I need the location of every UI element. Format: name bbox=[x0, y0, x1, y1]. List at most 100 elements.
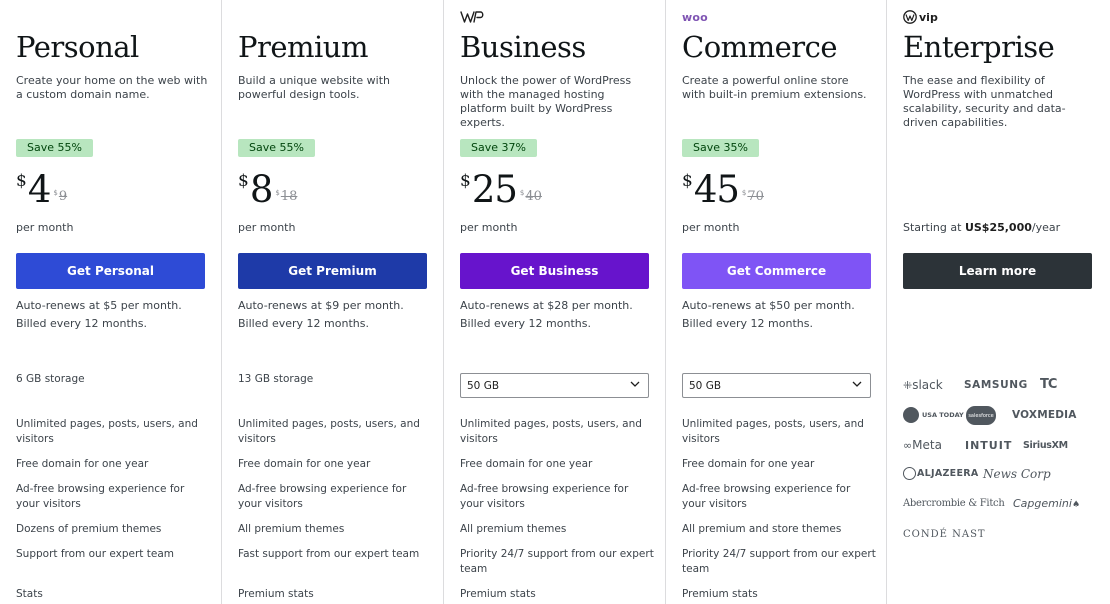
plan-card-commerce: woo Commerce Create a powerful online st… bbox=[666, 0, 887, 604]
plan-name: Commerce bbox=[682, 30, 838, 64]
siriusxm-logo: SiriusXM bbox=[1023, 440, 1068, 451]
feature-item: Unlimited pages, posts, users, and visit… bbox=[682, 418, 864, 445]
feature-item: Priority 24/7 support from our expert te… bbox=[682, 548, 876, 575]
plan-description: Create a powerful online store with buil… bbox=[682, 74, 867, 101]
usa-today-logo: USA TODAY bbox=[903, 407, 964, 423]
billing-period: per month bbox=[682, 221, 740, 234]
original-currency: $ bbox=[53, 189, 58, 197]
conde-nast-logo: CONDÉ NAST bbox=[903, 529, 986, 540]
original-price: $ 18 bbox=[275, 189, 297, 204]
wordpress-vip-logo: vip bbox=[903, 9, 938, 25]
discount-badge: Save 37% bbox=[460, 139, 537, 157]
plan-name: Premium bbox=[238, 30, 369, 64]
feature-item: Ad-free browsing experience for your vis… bbox=[682, 483, 851, 510]
original-currency: $ bbox=[519, 189, 525, 197]
news-corp-logo: News Corp bbox=[983, 467, 1051, 481]
storage-select-value: 50 GB bbox=[689, 379, 722, 392]
get-personal-button[interactable]: Get Personal bbox=[16, 253, 205, 289]
starting-suffix: /year bbox=[1031, 221, 1061, 234]
plan-card-premium: Premium Build a unique website with powe… bbox=[222, 0, 444, 604]
plan-card-enterprise: vip Enterprise The ease and flexibility … bbox=[887, 0, 1110, 604]
price-amount: 25 bbox=[471, 168, 518, 211]
chevron-down-icon bbox=[852, 381, 862, 387]
wordpress-logo-icon bbox=[903, 10, 917, 24]
billing-period: per month bbox=[460, 221, 518, 234]
price: $ 8 $ 18 bbox=[238, 168, 297, 212]
feature-item: Support from our expert team bbox=[16, 548, 174, 560]
currency-symbol: $ bbox=[460, 171, 471, 191]
get-premium-button[interactable]: Get Premium bbox=[238, 253, 427, 289]
get-business-button[interactable]: Get Business bbox=[460, 253, 649, 289]
salesforce-logo: salesforce bbox=[966, 406, 996, 425]
original-price: $ 40 bbox=[520, 189, 542, 204]
feature-item: Unlimited pages, posts, users, and visit… bbox=[16, 418, 198, 445]
get-commerce-button[interactable]: Get Commerce bbox=[682, 253, 871, 289]
storage-select[interactable]: 50 GB bbox=[460, 373, 649, 398]
feature-item: Dozens of premium themes bbox=[16, 523, 162, 535]
currency-symbol: $ bbox=[16, 171, 27, 191]
usa-today-circle-icon bbox=[903, 407, 919, 423]
original-price-amount: 18 bbox=[280, 189, 298, 204]
plan-description: Build a unique website with powerful des… bbox=[238, 74, 391, 101]
feature-item: Premium stats bbox=[460, 588, 536, 600]
original-price-amount: 9 bbox=[58, 189, 68, 204]
plan-description: Create your home on the web with a custo… bbox=[16, 74, 208, 101]
techcrunch-logo: TC bbox=[1040, 377, 1057, 392]
original-price-amount: 70 bbox=[747, 189, 764, 204]
learn-more-button[interactable]: Learn more bbox=[903, 253, 1092, 289]
original-currency: $ bbox=[275, 189, 280, 197]
plan-card-personal: Personal Create your home on the web wit… bbox=[0, 0, 222, 604]
feature-item: Premium stats bbox=[238, 588, 314, 600]
original-price-amount: 40 bbox=[525, 189, 542, 204]
discount-badge: Save 55% bbox=[16, 139, 93, 157]
plan-name: Personal bbox=[16, 30, 139, 64]
price: $ 25 $ 40 bbox=[460, 168, 542, 212]
billing-period: per month bbox=[16, 221, 74, 234]
plan-description: Unlock the power of WordPress with the m… bbox=[460, 74, 632, 129]
original-price: $ 9 bbox=[53, 189, 67, 204]
starting-price: Starting at US$25,000/year bbox=[903, 221, 1060, 234]
feature-item: Unlimited pages, posts, users, and visit… bbox=[238, 418, 420, 445]
price-amount: 4 bbox=[27, 168, 52, 211]
discount-badge: Save 35% bbox=[682, 139, 759, 157]
currency-symbol: $ bbox=[682, 171, 693, 191]
currency-symbol: $ bbox=[238, 171, 249, 191]
capgemini-logo: Capgemini♠ bbox=[1013, 497, 1081, 510]
renewal-note: Auto-renews at $28 per month. Billed eve… bbox=[460, 299, 633, 330]
starting-prefix: Starting at bbox=[903, 221, 965, 234]
price-amount: 8 bbox=[249, 168, 274, 211]
woo-logo: woo bbox=[682, 9, 708, 25]
abercrombie-logo: Abercrombie & Fitch bbox=[903, 498, 1005, 509]
voxmedia-logo: VOXMEDIA bbox=[1012, 409, 1077, 421]
renewal-note: Auto-renews at $9 per month. Billed ever… bbox=[238, 299, 404, 330]
plan-description: The ease and flexibility of WordPress wi… bbox=[903, 74, 1066, 129]
feature-item: Ad-free browsing experience for your vis… bbox=[460, 483, 629, 510]
wordpress-wp-icon bbox=[460, 9, 486, 25]
intuit-logo: INTUIT bbox=[965, 439, 1013, 452]
renewal-note: Auto-renews at $50 per month. Billed eve… bbox=[682, 299, 855, 330]
woo-brand-text: woo bbox=[682, 10, 708, 24]
aljazeera-emblem-icon bbox=[903, 467, 916, 480]
feature-item: Unlimited pages, posts, users, and visit… bbox=[460, 418, 642, 445]
feature-item: All premium themes bbox=[460, 523, 567, 535]
feature-item: Fast support from our expert team bbox=[238, 548, 420, 560]
billing-period: per month bbox=[238, 221, 296, 234]
feature-item: Free domain for one year bbox=[238, 458, 371, 470]
plan-name: Business bbox=[460, 30, 586, 64]
storage-label: 13 GB storage bbox=[238, 373, 314, 385]
feature-item: Free domain for one year bbox=[16, 458, 149, 470]
price: $ 4 $ 9 bbox=[16, 168, 67, 212]
vip-brand-text: vip bbox=[919, 10, 938, 24]
renewal-note: Auto-renews at $5 per month. Billed ever… bbox=[16, 299, 182, 330]
feature-item: Free domain for one year bbox=[460, 458, 593, 470]
feature-item: Premium stats bbox=[682, 588, 758, 600]
storage-select[interactable]: 50 GB bbox=[682, 373, 871, 398]
price-amount: 45 bbox=[693, 168, 740, 211]
original-price: $ 70 bbox=[742, 189, 764, 204]
feature-item: All premium themes bbox=[238, 523, 345, 535]
storage-label: 6 GB storage bbox=[16, 373, 85, 385]
feature-item: Free domain for one year bbox=[682, 458, 815, 470]
feature-item: Stats bbox=[16, 588, 43, 600]
chevron-down-icon bbox=[630, 381, 640, 387]
feature-item: Ad-free browsing experience for your vis… bbox=[16, 483, 185, 510]
